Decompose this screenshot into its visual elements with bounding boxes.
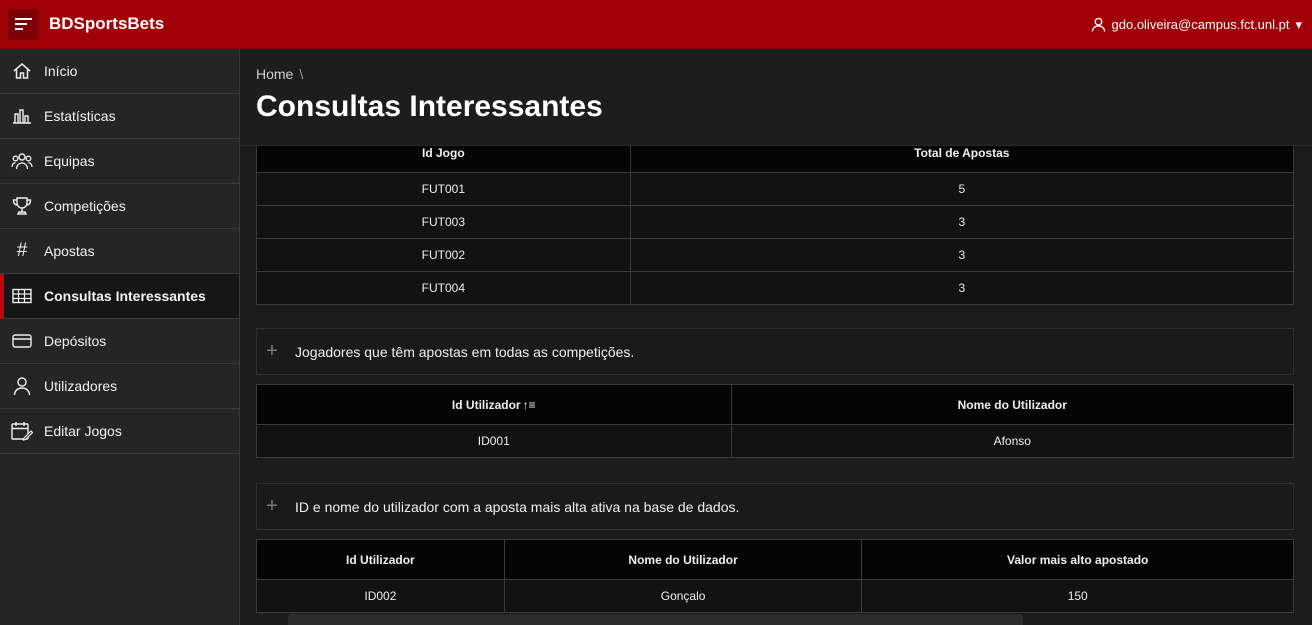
user-icon — [11, 375, 33, 397]
sidebar-item-label: Início — [44, 63, 78, 79]
sidebar-item-apostas[interactable]: # Apostas — [0, 229, 239, 274]
sidebar-item-inicio[interactable]: Início — [0, 49, 239, 94]
sidebar-item-consultas-interessantes[interactable]: Consultas Interessantes — [0, 274, 239, 319]
breadcrumb: Home \ — [256, 66, 303, 82]
developer-toolbar[interactable] — [288, 614, 1023, 625]
table-cell: Afonso — [730, 424, 1295, 458]
user-menu[interactable]: gdo.oliveira@campus.fct.unl.pt ▾ — [1091, 0, 1302, 49]
column-header-sortable[interactable]: Id Utilizador ↑≡ — [256, 384, 732, 425]
table-cell: 5 — [629, 172, 1295, 206]
table-cell: 3 — [629, 238, 1295, 272]
table-aposta-mais-alta: Id Utilizador Nome do Utilizador Valor m… — [256, 539, 1294, 613]
table-total-apostas: Id Jogo Total de Apostas FUT001 5 FUT003 3… — [256, 132, 1295, 305]
table-row: ID001 Afonso — [256, 424, 1295, 458]
table-cell: FUT003 — [256, 205, 631, 239]
table-row: FUT004 3 — [256, 271, 1295, 305]
page-title: Consultas Interessantes — [256, 90, 603, 123]
region-title: Jogadores que têm apostas em todas as co… — [295, 343, 635, 360]
breadcrumb-separator: \ — [299, 66, 304, 82]
table-row: ID002 Gonçalo 150 — [256, 579, 1294, 613]
sidebar-item-utilizadores[interactable]: Utilizadores — [0, 364, 239, 409]
table-row: FUT003 3 — [256, 205, 1295, 239]
sidebar-item-label: Estatísticas — [44, 108, 116, 124]
column-header[interactable]: Nome do Utilizador — [503, 539, 863, 580]
credit-card-icon — [11, 330, 33, 352]
expand-icon[interactable]: + — [257, 495, 287, 518]
sidebar-item-editar-jogos[interactable]: Editar Jogos — [0, 409, 239, 454]
sort-ascending-icon[interactable]: ↑≡ — [523, 398, 536, 412]
column-header[interactable]: Id Utilizador — [256, 539, 505, 580]
sidebar: Início Estatísticas Equipas Competições … — [0, 49, 240, 625]
region-header-aposta-mais-alta: + ID e nome do utilizador com a aposta m… — [256, 483, 1294, 530]
column-header[interactable]: Nome do Utilizador — [730, 384, 1295, 425]
table-cell: FUT002 — [256, 238, 631, 272]
table-icon — [11, 285, 33, 307]
calendar-edit-icon — [11, 420, 33, 442]
sidebar-item-label: Consultas Interessantes — [44, 288, 206, 304]
sidebar-item-equipas[interactable]: Equipas — [0, 139, 239, 184]
breadcrumb-home-link[interactable]: Home — [256, 66, 293, 82]
table-row: FUT001 5 — [256, 172, 1295, 206]
user-icon — [1091, 17, 1105, 32]
table-cell: FUT004 — [256, 271, 631, 305]
sidebar-item-label: Depósitos — [44, 333, 107, 349]
table-cell: FUT001 — [256, 172, 631, 206]
region-title: ID e nome do utilizador com a aposta mai… — [295, 498, 740, 515]
user-email: gdo.oliveira@campus.fct.unl.pt — [1111, 17, 1290, 32]
table-cell: 150 — [861, 579, 1294, 613]
table-cell: ID002 — [256, 579, 505, 613]
sidebar-item-label: Editar Jogos — [44, 423, 122, 439]
hash-icon: # — [16, 240, 28, 261]
sidebar-item-competicoes[interactable]: Competições — [0, 184, 239, 229]
main-content: Home \ Consultas Interessantes Id Jogo To… — [240, 49, 1312, 625]
sidebar-item-label: Equipas — [44, 153, 95, 169]
chevron-down-icon: ▾ — [1295, 16, 1302, 32]
bar-chart-icon — [11, 105, 33, 127]
table-cell: Gonçalo — [503, 579, 863, 613]
table-cell: ID001 — [256, 424, 732, 458]
sidebar-item-estatisticas[interactable]: Estatísticas — [0, 94, 239, 139]
table-todas-competicoes: Id Utilizador ↑≡ Nome do Utilizador ID001… — [256, 384, 1295, 458]
column-header-label: Id Utilizador — [451, 397, 521, 412]
column-header[interactable]: Valor mais alto apostado — [861, 539, 1294, 580]
sidebar-item-label: Apostas — [44, 243, 95, 259]
table-cell: 3 — [629, 271, 1295, 305]
sidebar-item-depositos[interactable]: Depósitos — [0, 319, 239, 364]
top-header: BDSportsBets gdo.oliveira@campus.fct.unl… — [0, 0, 1312, 49]
app-title[interactable]: BDSportsBets — [49, 14, 164, 34]
expand-icon[interactable]: + — [257, 340, 287, 363]
table-cell: 3 — [629, 205, 1295, 239]
home-icon — [11, 60, 33, 82]
region-header-todas-competicoes: + Jogadores que têm apostas em todas as … — [256, 328, 1294, 375]
trophy-icon — [11, 195, 33, 217]
sidebar-item-label: Competições — [44, 198, 126, 214]
hamburger-icon — [14, 18, 32, 30]
users-icon — [11, 150, 33, 172]
sidebar-item-label: Utilizadores — [44, 378, 118, 394]
page-header: Home \ Consultas Interessantes — [240, 49, 1312, 146]
menu-toggle-button[interactable] — [8, 8, 39, 40]
table-row: FUT002 3 — [256, 238, 1295, 272]
